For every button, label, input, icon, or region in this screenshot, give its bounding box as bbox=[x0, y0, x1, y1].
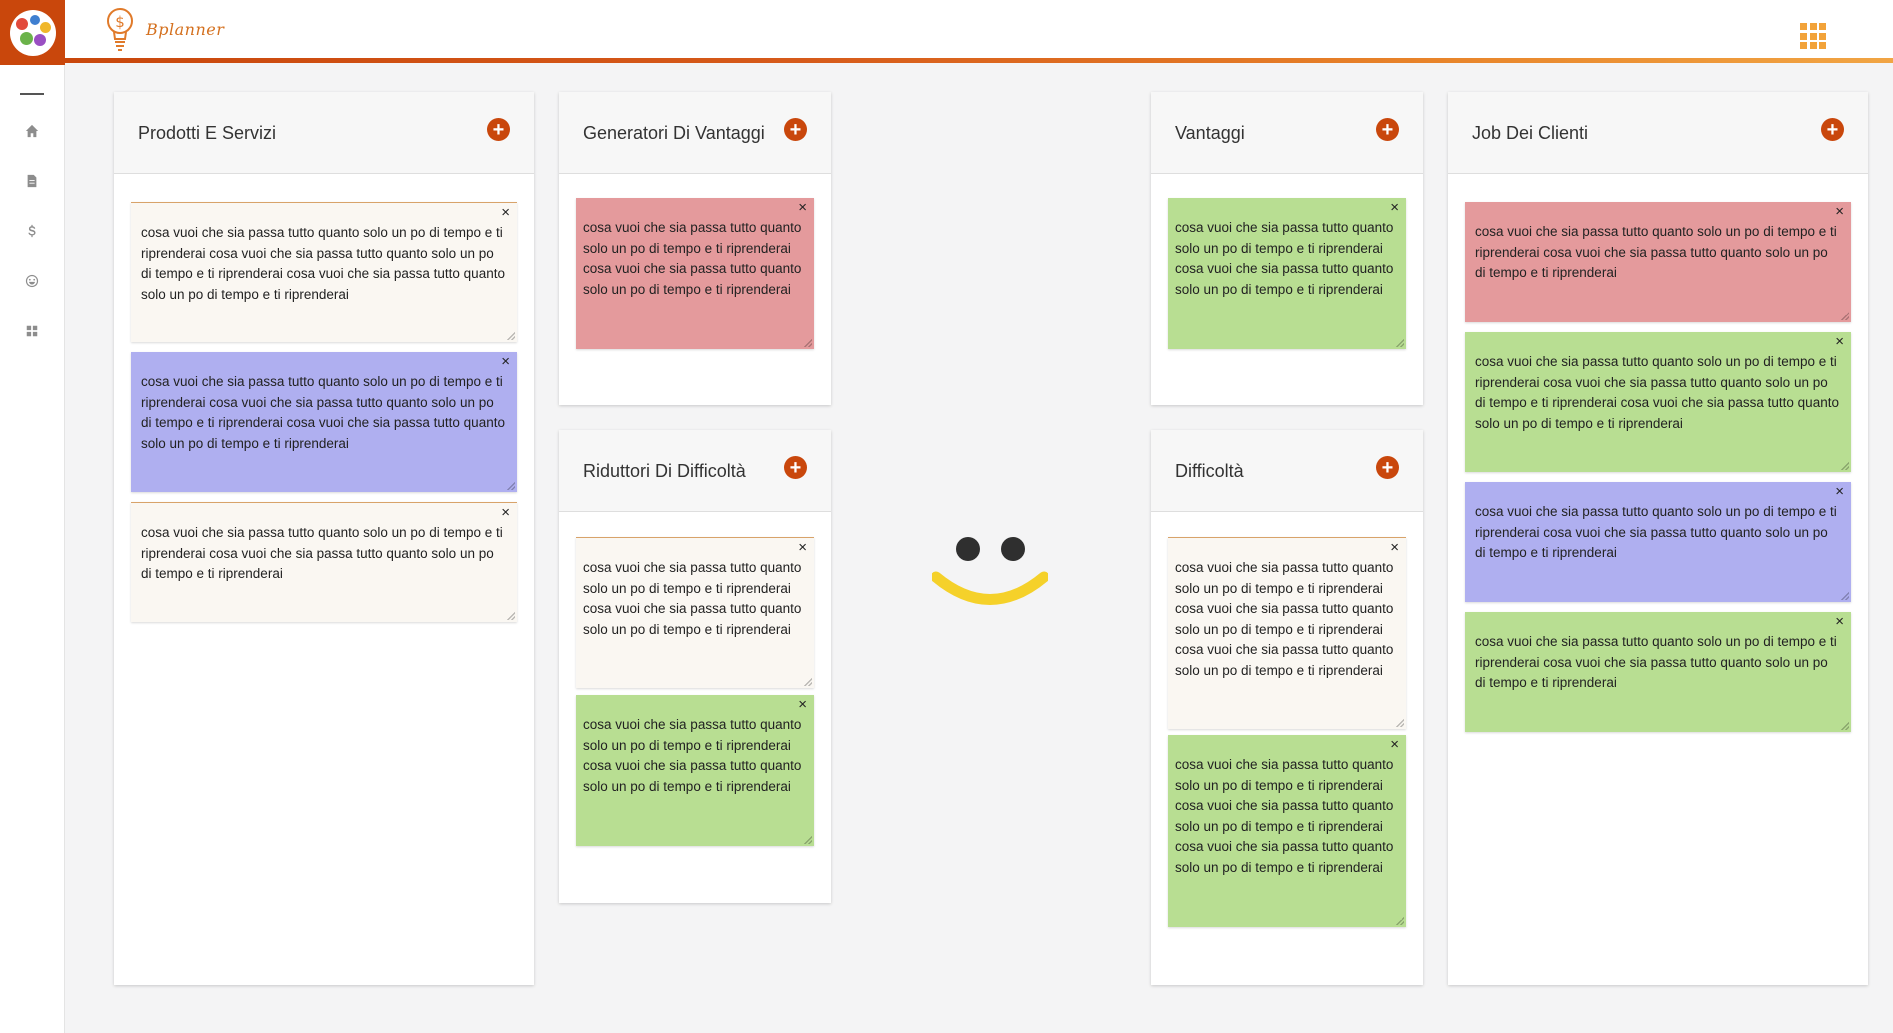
resize-handle-icon[interactable] bbox=[804, 339, 812, 347]
resize-handle-icon[interactable] bbox=[507, 612, 515, 620]
sticky-note[interactable]: × cosa vuoi che sia passa tutto quanto s… bbox=[1465, 612, 1851, 732]
sidebar-divider bbox=[20, 93, 44, 95]
sticky-note[interactable]: × cosa vuoi che sia passa tutto quanto s… bbox=[1168, 735, 1406, 927]
close-icon[interactable]: × bbox=[1390, 540, 1399, 556]
column-header: Vantaggi + bbox=[1151, 92, 1423, 174]
resize-handle-icon[interactable] bbox=[1396, 339, 1404, 347]
add-note-button[interactable]: + bbox=[487, 118, 510, 141]
close-icon[interactable]: × bbox=[1390, 200, 1399, 216]
close-icon[interactable]: × bbox=[1835, 484, 1844, 500]
resize-handle-icon[interactable] bbox=[1841, 462, 1849, 470]
note-text[interactable]: cosa vuoi che sia passa tutto quanto sol… bbox=[583, 715, 804, 797]
apps-grid-icon[interactable] bbox=[1800, 23, 1826, 49]
close-icon[interactable]: × bbox=[501, 205, 510, 221]
sticky-note[interactable]: × cosa vuoi che sia passa tutto quanto s… bbox=[131, 502, 517, 622]
add-note-button[interactable]: + bbox=[784, 456, 807, 479]
app-logo[interactable] bbox=[0, 0, 65, 65]
brand-name: Bplanner bbox=[146, 20, 225, 39]
add-note-button[interactable]: + bbox=[1376, 456, 1399, 479]
column-title: Vantaggi bbox=[1175, 123, 1245, 143]
sticky-note[interactable]: × cosa vuoi che sia passa tutto quanto s… bbox=[131, 202, 517, 342]
note-text[interactable]: cosa vuoi che sia passa tutto quanto sol… bbox=[1475, 632, 1841, 694]
lightbulb-dollar-icon: $ bbox=[107, 8, 133, 51]
dollar-icon[interactable] bbox=[24, 223, 40, 239]
resize-handle-icon[interactable] bbox=[1841, 722, 1849, 730]
close-icon[interactable]: × bbox=[501, 505, 510, 521]
close-icon[interactable]: × bbox=[798, 540, 807, 556]
close-icon[interactable]: × bbox=[1835, 334, 1844, 350]
column-riduttori-di-difficolta: Riduttori Di Difficoltà + × cosa vuoi ch… bbox=[559, 430, 831, 903]
note-text[interactable]: cosa vuoi che sia passa tutto quanto sol… bbox=[141, 372, 507, 454]
header-accent-bar bbox=[65, 58, 1893, 63]
column-header: Prodotti E Servizi + bbox=[114, 92, 534, 174]
sticky-note[interactable]: × cosa vuoi che sia passa tutto quanto s… bbox=[1168, 198, 1406, 349]
note-text[interactable]: cosa vuoi che sia passa tutto quanto sol… bbox=[583, 218, 804, 300]
sticky-note[interactable]: × cosa vuoi che sia passa tutto quanto s… bbox=[1465, 332, 1851, 472]
sticky-note[interactable]: × cosa vuoi che sia passa tutto quanto s… bbox=[131, 352, 517, 492]
grid-icon[interactable] bbox=[24, 323, 40, 339]
svg-text:$: $ bbox=[115, 13, 125, 31]
note-text[interactable]: cosa vuoi che sia passa tutto quanto sol… bbox=[141, 523, 507, 585]
column-vantaggi: Vantaggi + × cosa vuoi che sia passa tut… bbox=[1151, 92, 1423, 405]
sticky-note[interactable]: × cosa vuoi che sia passa tutto quanto s… bbox=[576, 198, 814, 349]
close-icon[interactable]: × bbox=[798, 200, 807, 216]
close-icon[interactable]: × bbox=[798, 697, 807, 713]
resize-handle-icon[interactable] bbox=[804, 836, 812, 844]
logo-image bbox=[9, 9, 56, 56]
note-text[interactable]: cosa vuoi che sia passa tutto quanto sol… bbox=[1175, 755, 1396, 878]
resize-handle-icon[interactable] bbox=[1841, 312, 1849, 320]
close-icon[interactable]: × bbox=[1835, 614, 1844, 630]
sticky-note[interactable]: × cosa vuoi che sia passa tutto quanto s… bbox=[1465, 202, 1851, 322]
column-difficolta: Difficoltà + × cosa vuoi che sia passa t… bbox=[1151, 430, 1423, 985]
add-note-button[interactable]: + bbox=[1376, 118, 1399, 141]
add-note-button[interactable]: + bbox=[784, 118, 807, 141]
column-generatori-di-vantaggi: Generatori Di Vantaggi + × cosa vuoi che… bbox=[559, 92, 831, 405]
note-text[interactable]: cosa vuoi che sia passa tutto quanto sol… bbox=[1175, 218, 1396, 300]
note-text[interactable]: cosa vuoi che sia passa tutto quanto sol… bbox=[1175, 558, 1396, 681]
column-job-dei-clienti: Job Dei Clienti + × cosa vuoi che sia pa… bbox=[1448, 92, 1868, 985]
column-title: Generatori Di Vantaggi bbox=[583, 123, 765, 143]
column-title: Job Dei Clienti bbox=[1472, 123, 1589, 143]
column-title: Prodotti E Servizi bbox=[138, 123, 277, 143]
home-icon[interactable] bbox=[24, 123, 40, 139]
note-text[interactable]: cosa vuoi che sia passa tutto quanto sol… bbox=[1475, 222, 1841, 284]
top-header: $ Bplanner bbox=[65, 0, 1893, 63]
close-icon[interactable]: × bbox=[1390, 737, 1399, 753]
column-prodotti-e-servizi: Prodotti E Servizi + × cosa vuoi che sia… bbox=[114, 92, 534, 985]
document-icon[interactable] bbox=[24, 173, 40, 189]
close-icon[interactable]: × bbox=[501, 354, 510, 370]
resize-handle-icon[interactable] bbox=[1396, 917, 1404, 925]
column-header: Difficoltà + bbox=[1151, 430, 1423, 512]
resize-handle-icon[interactable] bbox=[507, 482, 515, 490]
sticky-note[interactable]: × cosa vuoi che sia passa tutto quanto s… bbox=[1168, 537, 1406, 729]
sidebar bbox=[0, 0, 65, 1033]
column-title: Difficoltà bbox=[1175, 461, 1244, 481]
column-header: Riduttori Di Difficoltà + bbox=[559, 430, 831, 512]
column-title: Riduttori Di Difficoltà bbox=[583, 461, 746, 481]
resize-handle-icon[interactable] bbox=[507, 332, 515, 340]
note-text[interactable]: cosa vuoi che sia passa tutto quanto sol… bbox=[141, 223, 507, 305]
note-text[interactable]: cosa vuoi che sia passa tutto quanto sol… bbox=[1475, 502, 1841, 564]
note-text[interactable]: cosa vuoi che sia passa tutto quanto sol… bbox=[1475, 352, 1841, 434]
column-header: Generatori Di Vantaggi + bbox=[559, 92, 831, 174]
smiley-face-icon bbox=[932, 537, 1048, 605]
resize-handle-icon[interactable] bbox=[804, 678, 812, 686]
resize-handle-icon[interactable] bbox=[1396, 719, 1404, 727]
sticky-note[interactable]: × cosa vuoi che sia passa tutto quanto s… bbox=[1465, 482, 1851, 602]
close-icon[interactable]: × bbox=[1835, 204, 1844, 220]
resize-handle-icon[interactable] bbox=[1841, 592, 1849, 600]
smiley-icon[interactable] bbox=[24, 273, 40, 289]
sticky-note[interactable]: × cosa vuoi che sia passa tutto quanto s… bbox=[576, 695, 814, 846]
sticky-note[interactable]: × cosa vuoi che sia passa tutto quanto s… bbox=[576, 537, 814, 688]
column-header: Job Dei Clienti + bbox=[1448, 92, 1868, 174]
add-note-button[interactable]: + bbox=[1821, 118, 1844, 141]
note-text[interactable]: cosa vuoi che sia passa tutto quanto sol… bbox=[583, 558, 804, 640]
